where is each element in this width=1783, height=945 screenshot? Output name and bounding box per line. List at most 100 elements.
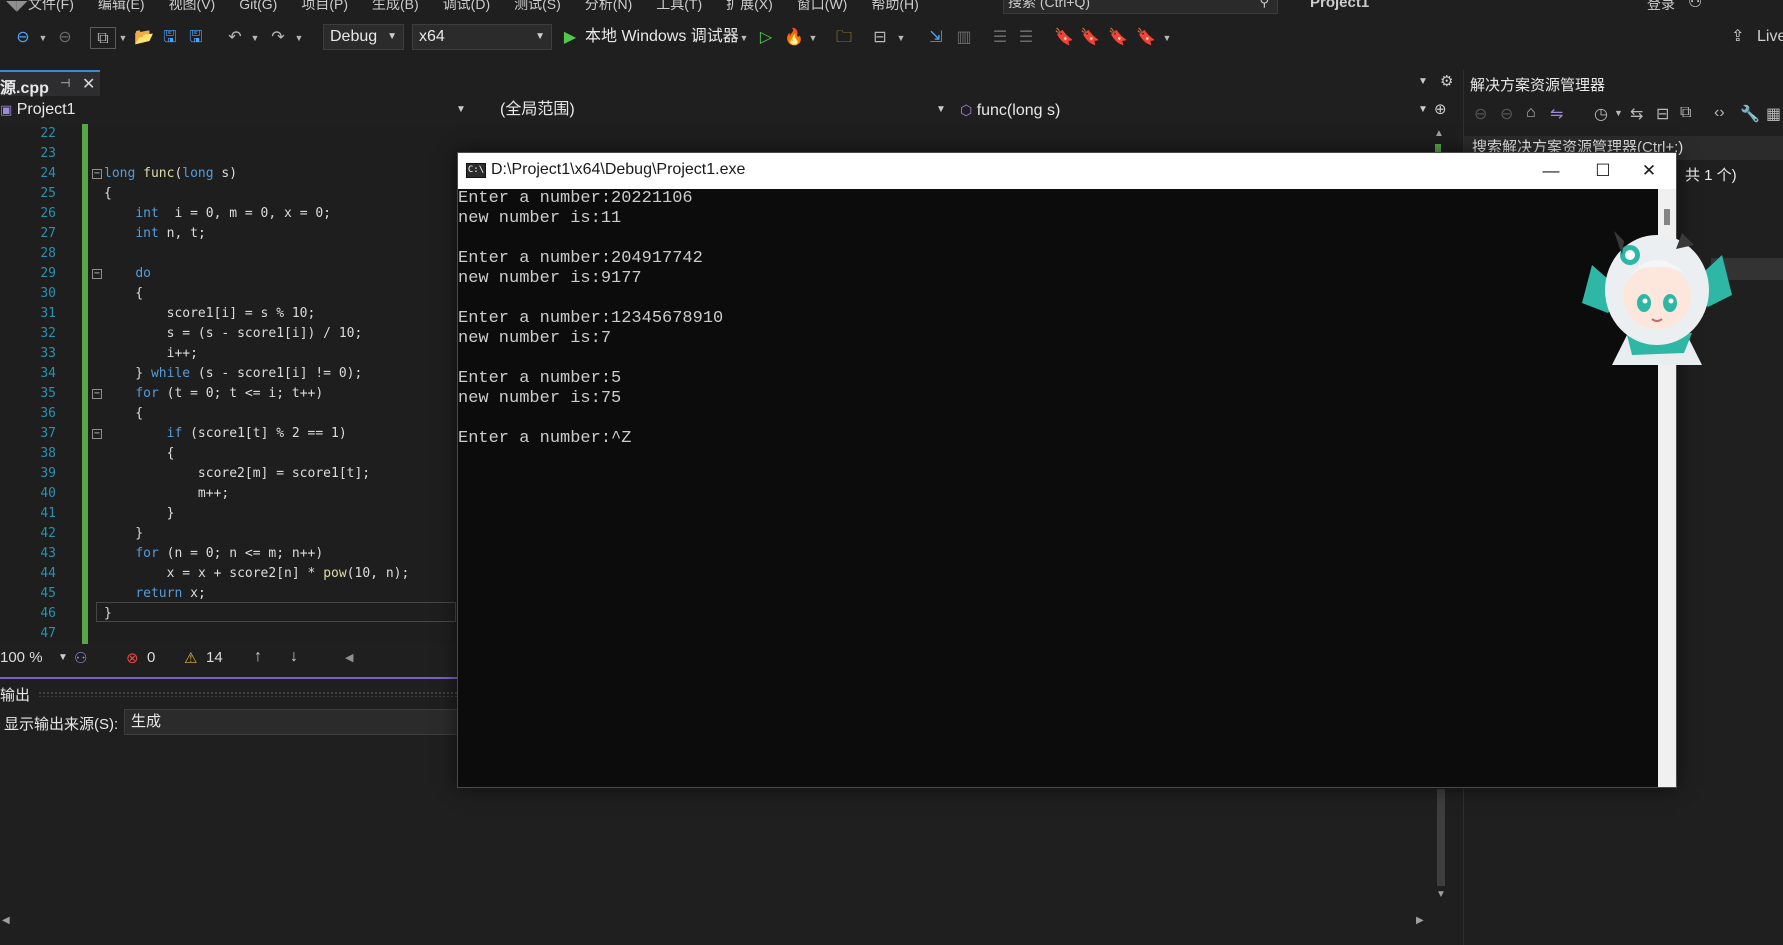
forward-nav-icon[interactable]: ⊖ [56,27,74,49]
code-line[interactable]: m++; [104,484,409,504]
live-share-button[interactable]: Live [1757,26,1783,48]
console-title-bar[interactable]: C:\ D:\Project1\x64\Debug\Project1.exe —… [458,153,1676,189]
collapse-all-icon[interactable]: ⊟ [1656,104,1669,124]
document-tab[interactable]: 源.cpp ⊣ ✕ [0,70,100,97]
scroll-thumb[interactable] [1435,144,1441,152]
menu-file[interactable]: 文件(F) [28,0,74,14]
back-nav-icon[interactable]: ⊖ [14,27,32,49]
debugger-dropdown-icon[interactable]: ▼ [739,27,749,49]
close-icon[interactable]: ✕ [82,74,95,94]
menu-debug[interactable]: 调试(D) [443,0,490,14]
redo-dropdown-icon[interactable]: ▼ [294,27,304,49]
prev-bookmark-icon[interactable]: 🔖 [1080,27,1100,49]
code-line[interactable]: i++; [104,344,409,364]
new-item-icon[interactable]: ⧉ [90,27,116,49]
code-line[interactable]: } [104,504,409,524]
console-window[interactable]: C:\ D:\Project1\x64\Debug\Project1.exe —… [457,152,1677,788]
scroll-left-icon[interactable]: ◀ [2,915,10,926]
hot-reload-icon[interactable]: 🔥 [784,27,804,49]
toolbar-overflow-icon[interactable]: ▼ [1162,27,1172,49]
code-line[interactable]: score2[m] = score1[t]; [104,464,409,484]
live-share-icon[interactable]: ⇪ [1731,26,1744,46]
minimize-icon[interactable]: — [1740,0,1758,9]
menu-view[interactable]: 视图(V) [169,0,216,14]
code-line[interactable]: { [104,444,409,464]
start-debugging-icon[interactable]: ▶ [560,27,580,49]
format-icon[interactable]: ▥ [954,27,974,49]
scroll-thumb[interactable] [1437,789,1445,886]
save-all-icon[interactable]: 🖫 [186,27,206,49]
user-icon[interactable]: ⚇ [1688,0,1702,12]
code-health-icon[interactable]: ⚇ [74,649,87,667]
preview-icon[interactable]: ▦ [1766,104,1781,124]
code-line[interactable]: } [104,524,409,544]
menu-project[interactable]: 项目(P) [301,0,348,14]
home-icon[interactable]: ⌂ [1526,104,1536,122]
bookmark-icon[interactable]: 🔖 [1054,27,1074,49]
console-output[interactable]: Enter a number:20221106 new number is:11… [458,189,1658,787]
code-line[interactable]: if (score1[t] % 2 == 1) [104,424,409,444]
scroll-left-icon[interactable]: ◀ [345,651,353,664]
menu-tools[interactable]: 工具(T) [656,0,702,14]
output-source-select[interactable]: 生成 [124,709,464,735]
code-line[interactable]: do [104,264,409,284]
panel-drag-handle[interactable] [38,691,458,697]
hot-reload-dropdown-icon[interactable]: ▼ [808,27,818,49]
warning-icon[interactable]: ⚠ [184,649,197,667]
next-issue-icon[interactable]: ↓ [290,648,298,666]
configuration-select[interactable]: Debug ▼ [323,24,404,50]
step-icon[interactable]: ⇲ [926,27,946,49]
code-line[interactable] [104,144,409,164]
layout-dropdown-icon[interactable]: ▼ [896,27,906,49]
close-button[interactable]: ✕ [1626,156,1672,186]
undo-dropdown-icon[interactable]: ▼ [250,27,260,49]
scroll-down-icon[interactable]: ▼ [1436,889,1446,900]
new-item-dropdown-icon[interactable]: ▼ [118,27,128,49]
code-line[interactable]: int n, t; [104,224,409,244]
code-line[interactable]: score1[i] = s % 10; [104,304,409,324]
back-icon[interactable]: ⊖ [1474,104,1487,124]
start-debugging-button[interactable]: 本地 Windows 调试器 [585,26,739,48]
next-bookmark-icon[interactable]: 🔖 [1108,27,1128,49]
undo-icon[interactable]: ↶ [225,27,245,49]
comment-icon[interactable]: ☰ [990,27,1010,49]
code-line[interactable]: int i = 0, m = 0, x = 0; [104,204,409,224]
code-line[interactable]: { [104,184,409,204]
clear-bookmarks-icon[interactable]: 🔖 [1136,27,1156,49]
platform-select[interactable]: x64 ▼ [412,24,552,50]
switch-views-icon[interactable]: ⇋ [1550,104,1563,124]
code-line[interactable]: for (n = 0; n <= m; n++) [104,544,409,564]
error-count[interactable]: 0 [147,649,155,666]
pending-changes-icon[interactable]: ◷ [1594,104,1608,124]
code-line[interactable]: { [104,404,409,424]
output-horizontal-scrollbar[interactable]: ◀ ▶ [0,915,1430,929]
split-editor-icon[interactable]: ⊕ [1434,100,1447,118]
code-line[interactable]: { [104,284,409,304]
forward-icon[interactable]: ⊖ [1500,104,1513,124]
gear-icon[interactable]: ⚙ [1440,72,1453,90]
output-vertical-scrollbar[interactable]: ▼ [1434,789,1448,907]
open-folder-icon[interactable]: 📂 [134,27,154,49]
code-line[interactable]: return x; [104,584,409,604]
warning-count[interactable]: 14 [206,649,223,666]
save-icon[interactable]: 🖫 [160,27,180,49]
code-line[interactable]: } [104,604,409,624]
solution-folder-icon[interactable]: 🗀 [834,27,854,49]
maximize-button[interactable]: ☐ [1580,156,1626,186]
scroll-right-icon[interactable]: ▶ [1416,915,1424,926]
code-line[interactable]: s = (s - score1[i]) / 10; [104,324,409,344]
menu-extensions[interactable]: 扩展(X) [726,0,773,14]
code-line[interactable]: long func(long s) [104,164,409,184]
function-combo[interactable]: ⬡ func(long s) ▼ [960,98,1430,122]
code-line[interactable]: for (t = 0; t <= i; t++) [104,384,409,404]
pending-changes-dropdown-icon[interactable]: ▼ [1614,108,1623,118]
fold-toggle-icon[interactable]: − [92,169,102,179]
code-line[interactable]: } while (s - score1[i] != 0); [104,364,409,384]
minimize-button[interactable]: — [1528,156,1574,186]
menu-edit[interactable]: 编辑(E) [98,0,145,14]
pin-icon[interactable]: ⊣ [60,76,70,90]
error-icon[interactable]: ⊗ [126,649,139,667]
code-text[interactable]: long func(long s){ int i = 0, m = 0, x =… [104,124,409,644]
menu-window[interactable]: 窗口(W) [797,0,848,14]
menu-help[interactable]: 帮助(H) [871,0,918,14]
